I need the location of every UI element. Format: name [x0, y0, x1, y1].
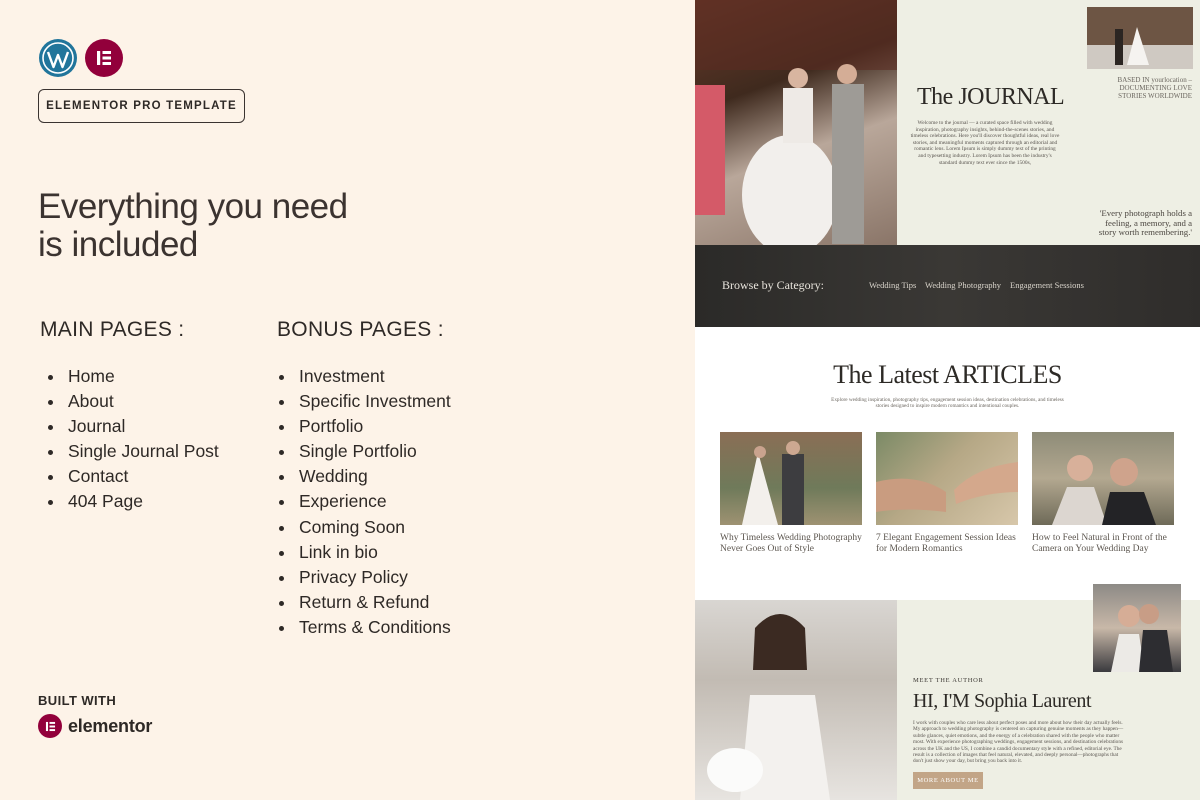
- articles-subtitle: Explore wedding inspiration, photography…: [831, 397, 1064, 410]
- logo-row: [39, 39, 123, 77]
- main-pages-title: MAIN PAGES :: [40, 318, 185, 341]
- list-item: 404 Page: [38, 489, 219, 514]
- more-about-me-button[interactable]: MORE ABOUT ME: [913, 772, 983, 789]
- list-item: Experience: [269, 489, 451, 514]
- journal-intro: Welcome to the journal — a curated space…: [910, 120, 1060, 166]
- author-couple-photo: [1093, 584, 1181, 672]
- list-item: Wedding: [269, 464, 451, 489]
- category-link-engagement-sessions[interactable]: Engagement Sessions: [1010, 280, 1084, 290]
- article-image-laughing-couple[interactable]: [1032, 432, 1174, 525]
- list-item: Contact: [38, 464, 219, 489]
- list-item: Portfolio: [269, 414, 451, 439]
- latest-articles-section: The Latest ARTICLES Explore wedding insp…: [695, 327, 1200, 600]
- template-preview: The JOURNAL Welcome to the journal — a c…: [695, 0, 1200, 800]
- list-item: Investment: [269, 364, 451, 389]
- list-item: Link in bio: [269, 540, 451, 565]
- list-item: Specific Investment: [269, 389, 451, 414]
- location-tagline: BASED IN yourlocation – DOCUMENTING LOVE…: [1117, 76, 1192, 100]
- list-item: About: [38, 389, 219, 414]
- list-item: Coming Soon: [269, 515, 451, 540]
- list-item: Privacy Policy: [269, 565, 451, 590]
- bonus-pages-title: BONUS PAGES :: [277, 318, 444, 341]
- list-item: Single Journal Post: [38, 439, 219, 464]
- article-title-link[interactable]: 7 Elegant Engagement Session Ideas for M…: [876, 533, 1026, 555]
- wordpress-logo-icon: [39, 39, 77, 77]
- main-pages-list: Home About Journal Single Journal Post C…: [38, 364, 219, 515]
- category-link-wedding-tips[interactable]: Wedding Tips: [869, 280, 916, 290]
- left-panel: ELEMENTOR PRO TEMPLATE Everything you ne…: [0, 0, 695, 800]
- article-title-link[interactable]: How to Feel Natural in Front of the Came…: [1032, 533, 1182, 555]
- journal-quote: 'Every photograph holds a feeling, a mem…: [1098, 208, 1192, 237]
- journal-title: The JOURNAL: [917, 84, 1065, 110]
- article-title-link[interactable]: Why Timeless Wedding Photography Never G…: [720, 533, 870, 555]
- journal-hero-section: The JOURNAL Welcome to the journal — a c…: [695, 0, 1200, 245]
- couple-doorway-photo: [1087, 7, 1193, 69]
- elementor-wordmark: elementor: [68, 715, 153, 736]
- articles-title: The Latest ARTICLES: [833, 360, 1062, 389]
- elementor-brand: elementor: [38, 714, 152, 738]
- category-link-wedding-photography[interactable]: Wedding Photography: [925, 280, 1001, 290]
- list-item: Terms & Conditions: [269, 615, 451, 640]
- article-image-holding-hands[interactable]: [876, 432, 1018, 525]
- elementor-logo-icon: [38, 714, 62, 738]
- list-item: Return & Refund: [269, 590, 451, 615]
- browse-label: Browse by Category:: [722, 278, 824, 292]
- article-image-couple[interactable]: [720, 432, 862, 525]
- headline: Everything you need is included: [38, 187, 348, 264]
- wedding-couple-photo: [695, 0, 897, 245]
- template-badge: ELEMENTOR PRO TEMPLATE: [38, 89, 245, 123]
- bonus-pages-list: Investment Specific Investment Portfolio…: [269, 364, 451, 640]
- bride-portrait-photo: [695, 600, 897, 800]
- list-item: Single Portfolio: [269, 439, 451, 464]
- built-with-label: BUILT WITH: [38, 693, 117, 708]
- list-item: Home: [38, 364, 219, 389]
- browse-category-bar: Browse by Category: Wedding Tips Wedding…: [695, 245, 1200, 327]
- author-name: HI, I'M Sophia Laurent: [913, 690, 1092, 712]
- elementor-logo-icon: [85, 39, 123, 77]
- author-bio: I work with couples who care less about …: [913, 720, 1124, 765]
- list-item: Journal: [38, 414, 219, 439]
- meet-the-author-section: MEET THE AUTHOR HI, I'M Sophia Laurent I…: [695, 584, 1200, 800]
- author-label: MEET THE AUTHOR: [913, 677, 984, 684]
